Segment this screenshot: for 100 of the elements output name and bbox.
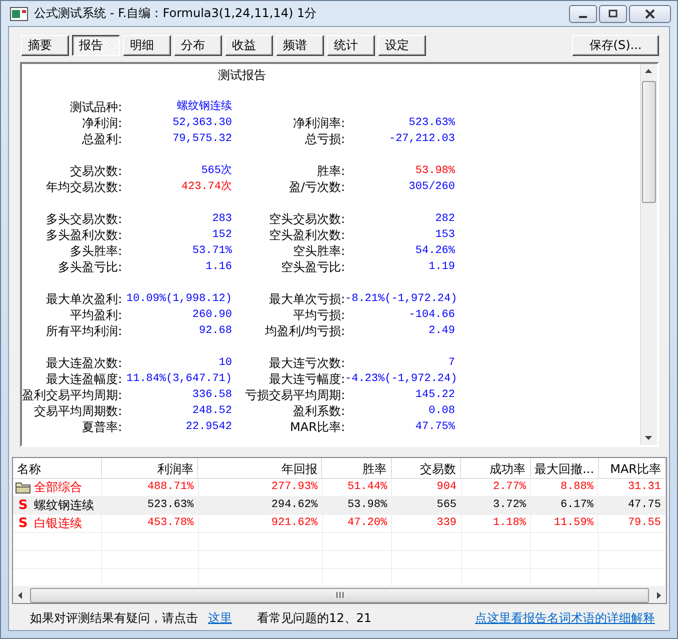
table-cell: 339	[392, 515, 462, 532]
stat-value: -8.21%(-1,972.24)	[345, 292, 455, 307]
close-button[interactable]	[629, 4, 671, 22]
stat-value: 305/260	[408, 180, 455, 195]
column-header[interactable]: 最大回撤...	[530, 458, 599, 478]
stat-label: 多头交易次数:	[44, 211, 122, 227]
stat-label: 夏普率:	[80, 419, 122, 435]
column-header[interactable]: 利润率	[102, 458, 198, 478]
stat-label: 总盈利:	[80, 131, 122, 147]
stat-label: 最大连亏幅度:	[268, 371, 345, 387]
table-cell: 565	[392, 497, 462, 514]
stat-label: 亏损交易平均周期:	[244, 387, 345, 403]
stat-label: 多头盈利次数:	[44, 227, 122, 243]
column-header[interactable]: 名称	[13, 458, 102, 478]
stat-label: 平均盈利:	[68, 307, 122, 323]
stat-value: 336.58	[191, 388, 232, 403]
stat-value: 283	[211, 212, 232, 227]
table-cell: 921.62%	[198, 515, 323, 532]
grip-icon	[334, 591, 344, 599]
stat-label: 交易平均周期数:	[32, 403, 122, 419]
table-cell: 47.75	[598, 497, 666, 514]
stat-value: 248.52	[191, 404, 232, 419]
stat-label: 空头盈利次数:	[268, 227, 345, 243]
help-link[interactable]: 这里	[208, 610, 232, 626]
stat-label: 空头交易次数:	[268, 211, 345, 227]
stat-label: 最大连盈次数:	[44, 355, 122, 371]
stat-value: 282	[434, 212, 455, 227]
save-button[interactable]: 保存(S)...	[572, 35, 659, 56]
tab[interactable]: 频谱	[276, 35, 324, 56]
stat-value: 47.75%	[414, 420, 455, 435]
stat-value: 92.68	[198, 324, 232, 339]
table-cell: 47.20%	[322, 515, 392, 532]
stat-label: MAR比率:	[289, 419, 345, 435]
table-cell: 277.93%	[198, 479, 323, 496]
table-cell: 904	[392, 479, 462, 496]
stat-value: 53.71%	[191, 244, 232, 259]
table-cell: 2.77%	[462, 479, 531, 496]
symbol-marker: S	[17, 515, 29, 532]
minimize-button[interactable]	[569, 4, 597, 22]
stat-label: 多头胜率:	[68, 243, 122, 259]
stat-value: 螺纹钢连续	[176, 99, 232, 115]
stat-label: 盈/亏次数:	[288, 179, 345, 195]
stat-label: 多头盈亏比:	[56, 259, 122, 275]
stat-value: 53.98%	[414, 164, 455, 179]
tab[interactable]: 统计	[327, 35, 375, 56]
column-header[interactable]: 年回报	[198, 458, 322, 478]
stat-value: 523.63%	[408, 116, 455, 131]
tab[interactable]: 设定	[378, 35, 426, 56]
stat-label: 最大连亏次数:	[268, 355, 345, 371]
stat-value: 52,363.30	[172, 116, 232, 131]
stat-label: 最大单次盈利:	[44, 291, 122, 307]
table-cell: 11.59%	[531, 515, 598, 532]
column-header[interactable]: 成功率	[461, 458, 531, 478]
table-cell: 79.55	[598, 515, 666, 532]
table-cell: 31.31	[598, 479, 666, 496]
stat-label: 总亏损:	[304, 131, 345, 147]
tab[interactable]: 收益	[225, 35, 273, 56]
tab[interactable]: 分布	[174, 35, 222, 56]
stat-value: 423.74次	[180, 179, 232, 195]
stat-label: 所有平均利润:	[44, 323, 122, 339]
stat-value: 7	[447, 356, 455, 371]
table-row[interactable]: S 螺纹钢连续 523.63% 294.62% 53.98% 565 3.72% 6.17% 47.75	[13, 497, 666, 515]
stat-label: 最大单次亏损:	[268, 291, 345, 307]
stat-value: -104.66	[408, 308, 455, 323]
stat-value: 2.49	[428, 324, 455, 339]
vertical-scrollbar[interactable]	[640, 64, 657, 445]
glossary-link[interactable]: 点这里看报告名词术语的详细解释	[475, 610, 655, 626]
table-cell: 1.18%	[462, 515, 531, 532]
table-cell: 白银连续	[34, 515, 82, 532]
close-icon	[645, 8, 655, 18]
table-cell: 488.71%	[102, 479, 199, 496]
stat-value: 153	[434, 228, 455, 243]
stat-label: 空头盈亏比:	[280, 259, 345, 275]
tab[interactable]: 摘要	[21, 35, 69, 56]
help-text: 如果对评测结果有疑问，请点击	[30, 610, 198, 626]
window-title: 公式测试系统 - F.自编：Formula3(1,24,11,14) 1分	[34, 5, 318, 22]
stat-value: 565次	[200, 163, 232, 179]
tab[interactable]: 报告	[72, 35, 120, 56]
minimize-icon	[579, 16, 587, 18]
stat-label: 盈利交易平均周期:	[22, 387, 122, 403]
tab[interactable]: 明细	[123, 35, 171, 56]
stat-value: 152	[211, 228, 232, 243]
table-row[interactable]: S 白银连续 453.78% 921.62% 47.20% 339 1.18% 11.59% 79.55	[13, 515, 666, 533]
stat-label: 净利润:	[80, 115, 122, 131]
table-cell: 8.88%	[531, 479, 598, 496]
report-title: 测试报告	[217, 67, 267, 83]
stat-value: -4.23%(-1,972.24)	[345, 372, 455, 387]
maximize-button[interactable]	[599, 4, 627, 22]
table-cell: 53.98%	[322, 497, 392, 514]
maximize-icon	[608, 8, 618, 18]
stat-value: 10	[218, 356, 232, 371]
column-header[interactable]: 交易数	[392, 458, 462, 478]
table-cell: 51.44%	[322, 479, 392, 496]
stat-label: 胜率:	[316, 163, 345, 179]
stat-value: 0.08	[428, 404, 455, 419]
symbol-marker: S	[17, 497, 29, 514]
column-header[interactable]: 胜率	[322, 458, 392, 478]
scroll-thumb[interactable]	[642, 81, 656, 203]
column-header[interactable]: MAR比率	[598, 458, 666, 478]
stat-value: -27,212.03	[388, 132, 455, 147]
